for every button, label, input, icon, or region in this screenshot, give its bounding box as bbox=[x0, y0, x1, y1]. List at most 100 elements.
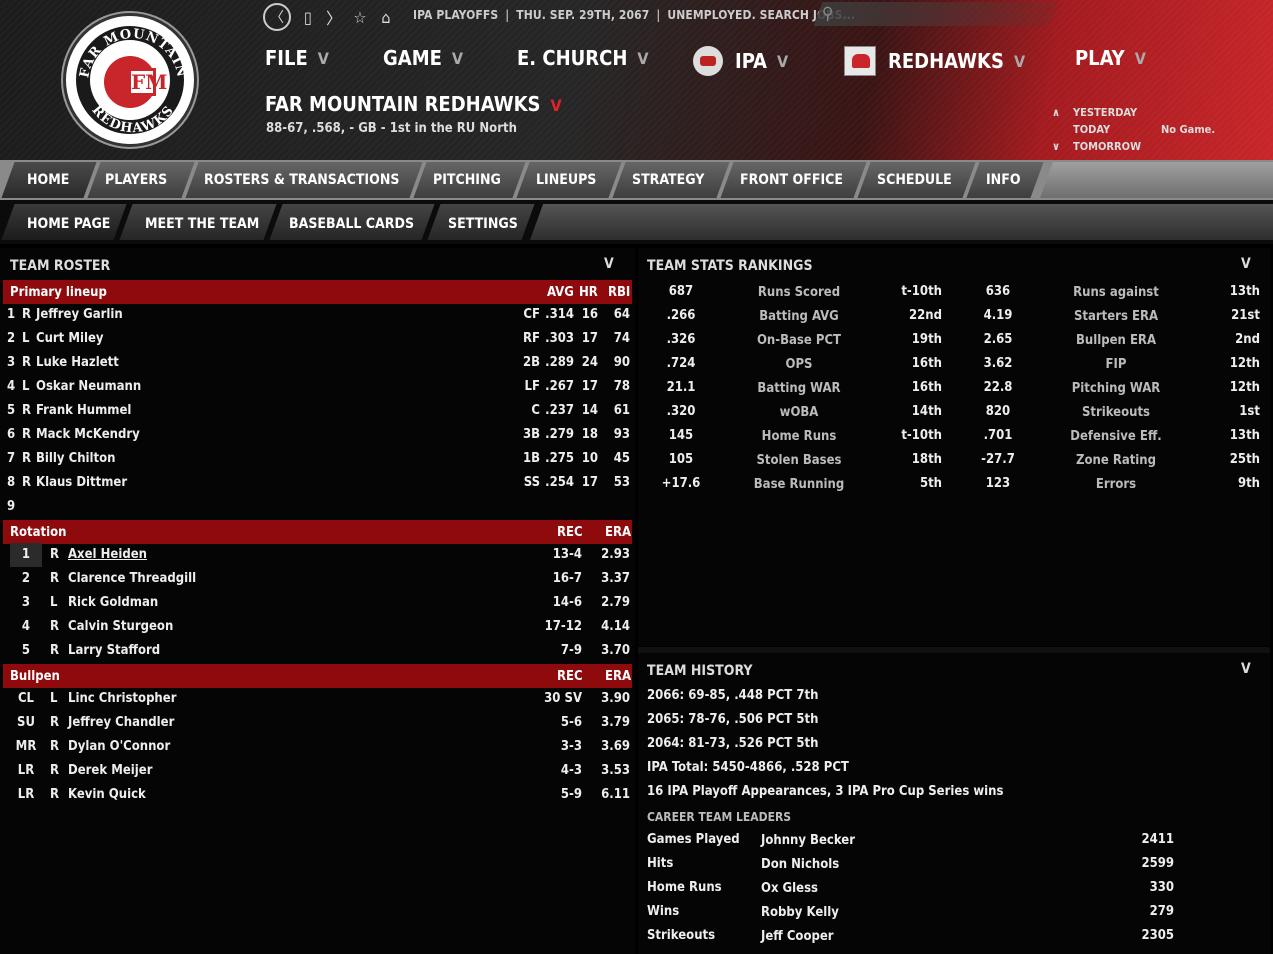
stat-label[interactable]: Runs against bbox=[1046, 285, 1186, 300]
stat-label[interactable]: Home Runs bbox=[734, 429, 864, 444]
player-name[interactable]: Oskar Neumann bbox=[36, 379, 141, 394]
rotation-slot: 3 bbox=[21, 595, 31, 610]
pitcher-name[interactable]: Axel Heiden bbox=[68, 547, 147, 562]
tab-label[interactable]: STRATEGY bbox=[632, 172, 704, 188]
rbi: 45 bbox=[613, 451, 630, 466]
menu-league[interactable]: IPA V bbox=[693, 46, 788, 76]
leader-stat: Hits bbox=[647, 856, 674, 871]
leader-name[interactable]: Jeff Cooper bbox=[761, 929, 834, 944]
menu-play[interactable]: PLAY V bbox=[1075, 46, 1146, 70]
chevron-down-icon[interactable]: V bbox=[604, 256, 614, 272]
player-name[interactable]: Jeffrey Garlin bbox=[36, 307, 123, 322]
col-era[interactable]: ERA bbox=[605, 669, 631, 684]
pitcher-name[interactable]: Calvin Sturgeon bbox=[68, 619, 173, 634]
history-line: 2065: 78-76, .506 PCT 5th bbox=[647, 712, 819, 727]
tab-label[interactable]: PITCHING bbox=[433, 172, 501, 188]
player-name[interactable]: Curt Miley bbox=[36, 331, 104, 346]
tab-label[interactable]: LINEUPS bbox=[536, 172, 596, 188]
leader-name[interactable]: Johnny Becker bbox=[761, 833, 855, 848]
star-icon[interactable]: ☆ bbox=[347, 4, 373, 30]
menu-game[interactable]: GAME V bbox=[383, 46, 463, 70]
col-hr[interactable]: HR bbox=[579, 285, 598, 300]
stat-label[interactable]: On-Base PCT bbox=[734, 333, 864, 348]
col-era[interactable]: ERA bbox=[605, 525, 631, 540]
stat-label[interactable]: Stolen Bases bbox=[734, 453, 864, 468]
leader-name[interactable]: Robby Kelly bbox=[761, 905, 839, 920]
stat-label[interactable]: Errors bbox=[1046, 477, 1186, 492]
tab-label[interactable]: FRONT OFFICE bbox=[740, 172, 843, 188]
history-title: TEAM HISTORY bbox=[647, 663, 753, 679]
stat-rank: t-10th bbox=[901, 428, 942, 443]
team-title[interactable]: FAR MOUNTAIN REDHAWKS V bbox=[265, 92, 562, 116]
search-icon[interactable]: ⚲ bbox=[822, 4, 833, 24]
player-name[interactable]: Klaus Dittmer bbox=[36, 475, 127, 490]
pitcher-name[interactable]: Linc Christopher bbox=[68, 691, 176, 706]
chevron-down-icon[interactable]: V bbox=[1241, 256, 1251, 272]
page-icon[interactable]: ▯ bbox=[295, 4, 321, 30]
leader-name[interactable]: Ox Gless bbox=[761, 881, 818, 896]
chevron-up-icon[interactable]: ∧ bbox=[1050, 104, 1073, 121]
pitcher-name[interactable]: Kevin Quick bbox=[68, 787, 146, 802]
subtab-label[interactable]: BASEBALL CARDS bbox=[289, 216, 414, 232]
chevron-down-icon[interactable]: V bbox=[1241, 661, 1251, 677]
tab-label[interactable]: SCHEDULE bbox=[877, 172, 952, 188]
stat-label[interactable]: Pitching WAR bbox=[1046, 381, 1186, 396]
stat-label[interactable]: Base Running bbox=[734, 477, 864, 492]
team-logo[interactable]: FAR MOUNTAIN REDHAWKS FM bbox=[63, 13, 197, 147]
yesterday-link[interactable]: YESTERDAY bbox=[1073, 104, 1161, 121]
forward-icon[interactable]: 〉 bbox=[321, 4, 347, 30]
col-rbi[interactable]: RBI bbox=[608, 285, 630, 300]
chevron-down-icon: V bbox=[451, 48, 464, 68]
stat-label[interactable]: Runs Scored bbox=[734, 285, 864, 300]
col-rec[interactable]: REC bbox=[557, 525, 583, 540]
tab-label[interactable]: INFO bbox=[986, 172, 1021, 188]
stat-rank: 16th bbox=[911, 356, 942, 371]
current-date[interactable]: THU. SEP. 29TH, 2067 bbox=[516, 8, 649, 22]
back-icon[interactable]: 〈 bbox=[263, 3, 291, 31]
league-status[interactable]: IPA PLAYOFFS bbox=[413, 8, 498, 22]
stat-label[interactable]: FIP bbox=[1046, 357, 1186, 372]
pitcher-name[interactable]: Rick Goldman bbox=[68, 595, 158, 610]
subtab-label[interactable]: HOME PAGE bbox=[27, 216, 110, 232]
stat-label[interactable]: Strikeouts bbox=[1046, 405, 1186, 420]
player-name[interactable]: Billy Chilton bbox=[36, 451, 116, 466]
chevron-down-icon[interactable]: ∨ bbox=[1050, 138, 1073, 155]
bat-hand: R bbox=[22, 475, 32, 490]
stat-label[interactable]: wOBA bbox=[734, 405, 864, 420]
menu-team[interactable]: REDHAWKS V bbox=[844, 46, 1025, 76]
stat-label[interactable]: Zone Rating bbox=[1046, 453, 1186, 468]
search-input[interactable] bbox=[813, 2, 1058, 26]
lineup-label[interactable]: Primary lineup bbox=[10, 285, 107, 300]
stat-value: 820 bbox=[985, 404, 1011, 419]
menu-manager[interactable]: E. CHURCH V bbox=[517, 46, 649, 70]
col-avg[interactable]: AVG bbox=[547, 285, 574, 300]
stat-label[interactable]: Batting WAR bbox=[734, 381, 864, 396]
lineup-order: 8 bbox=[7, 475, 16, 490]
tab-label[interactable]: HOME bbox=[27, 172, 69, 188]
stat-label[interactable]: OPS bbox=[734, 357, 864, 372]
stat-label[interactable]: Defensive Eff. bbox=[1046, 429, 1186, 444]
home-icon[interactable]: ⌂ bbox=[373, 4, 399, 30]
stat-label[interactable]: Batting AVG bbox=[734, 309, 864, 324]
pitcher-name[interactable]: Dylan O'Connor bbox=[68, 739, 170, 754]
era: 6.11 bbox=[601, 787, 630, 802]
pitcher-name[interactable]: Clarence Threadgill bbox=[68, 571, 196, 586]
stat-label[interactable]: Bullpen ERA bbox=[1046, 333, 1186, 348]
subtab-label[interactable]: SETTINGS bbox=[448, 216, 518, 232]
stat-label[interactable]: Starters ERA bbox=[1046, 309, 1186, 324]
tab-label[interactable]: ROSTERS & TRANSACTIONS bbox=[204, 172, 399, 188]
player-name[interactable]: Luke Hazlett bbox=[36, 355, 119, 370]
subtab-label[interactable]: MEET THE TEAM bbox=[145, 216, 259, 232]
leader-name[interactable]: Don Nichols bbox=[761, 857, 839, 872]
tomorrow-link[interactable]: TOMORROW bbox=[1073, 138, 1161, 155]
pitcher-name[interactable]: Larry Stafford bbox=[68, 643, 160, 658]
menu-file[interactable]: FILE V bbox=[265, 46, 329, 70]
record: 16-7 bbox=[552, 571, 582, 586]
pitcher-name[interactable]: Jeffrey Chandler bbox=[68, 715, 174, 730]
col-rec[interactable]: REC bbox=[557, 669, 583, 684]
pitcher-name[interactable]: Derek Meijer bbox=[68, 763, 153, 778]
stat-value: .266 bbox=[666, 308, 696, 323]
tab-label[interactable]: PLAYERS bbox=[105, 172, 167, 188]
player-name[interactable]: Mack McKendry bbox=[36, 427, 140, 442]
player-name[interactable]: Frank Hummel bbox=[36, 403, 131, 418]
